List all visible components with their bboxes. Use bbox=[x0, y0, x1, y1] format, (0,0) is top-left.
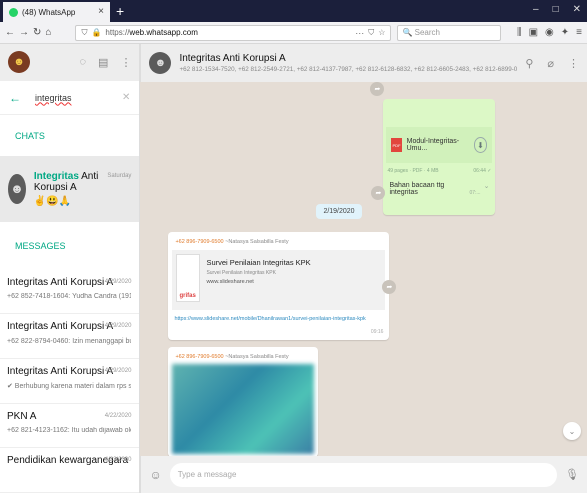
chat-title: Integritas Anti Korupsi A bbox=[179, 53, 286, 64]
preview-thumbnail: grifas bbox=[176, 254, 201, 302]
document-attachment[interactable]: PDF Modul-Integritas-Umu... ⬇ bbox=[386, 127, 493, 163]
sidebar-header: ☻ ◌ ▤ ⋮ bbox=[0, 44, 140, 81]
preview-title: Survei Penilaian Integritas KPK bbox=[206, 258, 311, 267]
maximize-button[interactable]: □ bbox=[553, 4, 559, 15]
scroll-down-button[interactable]: ⌄ bbox=[563, 422, 581, 440]
search-input[interactable]: integritas bbox=[35, 93, 72, 103]
lock-icon: 🔒 bbox=[91, 28, 102, 37]
preview-description: Survei Penilaian Integritas KPK bbox=[206, 270, 276, 276]
back-icon[interactable]: ← bbox=[5, 27, 15, 38]
forward-icon[interactable]: → bbox=[19, 27, 29, 38]
browser-search-input[interactable]: 🔍 Search bbox=[397, 24, 502, 41]
bookmark-star-icon[interactable]: ☆ bbox=[378, 28, 385, 37]
attach-icon[interactable]: ⌀ bbox=[547, 57, 554, 70]
download-icon[interactable]: ⬇ bbox=[473, 137, 488, 153]
message-input[interactable]: Type a message bbox=[169, 462, 558, 487]
new-tab-button[interactable]: + bbox=[116, 3, 124, 19]
blurred-image[interactable] bbox=[172, 364, 315, 454]
clear-search-icon[interactable]: ✕ bbox=[122, 92, 130, 103]
microphone-icon[interactable]: 🎙 bbox=[565, 468, 579, 481]
shield-icon: ⛉ bbox=[81, 27, 88, 37]
new-chat-icon[interactable]: ▤ bbox=[98, 56, 108, 69]
whatsapp-icon bbox=[9, 7, 18, 17]
group-avatar: ☻ bbox=[8, 173, 26, 204]
search-icon[interactable]: ⚲ bbox=[525, 57, 533, 70]
chat-header[interactable]: ☻ Integritas Anti Korupsi A +62 812-1534… bbox=[140, 44, 587, 82]
document-name: Modul-Integritas-Umu... bbox=[406, 138, 460, 152]
chat-sidebar: ☻ ◌ ▤ ⋮ ← integritas ✕ CHATS ☻ Integrita… bbox=[0, 44, 141, 493]
sidebar-toggle-icon[interactable]: ▣ bbox=[529, 27, 538, 38]
list-item[interactable]: Integritas Anti Korupsi A 4/29/2020 +62 … bbox=[0, 314, 140, 360]
chat-list-item[interactable]: ☻ Integritas Anti Korupsi A ✌😃🙏 Saturday bbox=[0, 155, 140, 222]
messages-section-label: MESSAGES bbox=[15, 240, 66, 251]
compose-bar: ☺ Type a message 🎙 bbox=[140, 456, 587, 493]
list-item[interactable]: Integritas Anti Korupsi A 4/29/2020 +62 … bbox=[0, 270, 140, 315]
list-item[interactable]: PKN A 4/22/2020 +62 821-4123-1162: Itu u… bbox=[0, 404, 140, 449]
extension-icon[interactable]: ◉ bbox=[545, 27, 554, 38]
chat-search[interactable]: ← integritas ✕ bbox=[0, 80, 140, 116]
more-menu-icon[interactable]: ⋮ bbox=[568, 57, 579, 70]
document-message: PDF Modul-Integritas-Umu... ⬇ 49 pages ·… bbox=[383, 99, 496, 215]
message-area: ➦ PDF Modul-Integritas-Umu... ⬇ 49 pages… bbox=[140, 82, 587, 456]
conversation-pane: ☻ Integritas Anti Korupsi A +62 812-1534… bbox=[140, 44, 587, 493]
list-item[interactable]: Pendidikan kewarganegara 4/22/2020 bbox=[0, 448, 140, 493]
search-icon: 🔍 bbox=[402, 28, 413, 37]
sender-name: ~Natasya Salsabilla Festy bbox=[225, 354, 289, 360]
document-meta: 49 pages · PDF · 4 MB bbox=[387, 168, 439, 174]
message-link[interactable]: https://www.slideshare.net/mobile/Dhanil… bbox=[168, 313, 389, 326]
browser-nav-bar: ← → ↻ ⌂ ⛉ 🔒 https://web.whatsapp.com ···… bbox=[0, 22, 587, 44]
sender-name: ~Natasya Salsabilla Festy bbox=[225, 239, 289, 245]
minimize-button[interactable]: – bbox=[533, 4, 539, 15]
back-arrow-icon[interactable]: ← bbox=[9, 91, 21, 105]
message-time: 06:44 ✓ bbox=[473, 168, 492, 174]
avatar[interactable]: ☻ bbox=[8, 51, 30, 74]
pdf-icon: PDF bbox=[391, 138, 402, 152]
menu-icon[interactable]: ≡ bbox=[576, 27, 582, 38]
chat-name: Integritas Anti Korupsi A bbox=[33, 170, 99, 193]
library-icon[interactable]: ⫼ bbox=[517, 27, 522, 38]
image-message: +62 896-7909-6500 ~Natasya Salsabilla Fe… bbox=[168, 347, 319, 456]
forward-icon[interactable]: ➦ bbox=[382, 280, 397, 294]
chat-time: Saturday bbox=[107, 172, 132, 179]
message-caption: Bahan bacaan ttg integritas bbox=[389, 182, 445, 196]
page-actions-icon[interactable]: ··· bbox=[355, 28, 364, 38]
forward-icon[interactable]: ➦ bbox=[370, 82, 385, 96]
browser-toolbar-icons: ⫼ ▣ ◉ ✦ ≡ bbox=[517, 27, 582, 38]
date-chip: 2/19/2020 bbox=[316, 204, 362, 219]
more-menu-icon[interactable]: ⋮ bbox=[120, 56, 131, 69]
chevron-down-icon[interactable]: ⌄ bbox=[484, 182, 490, 196]
url-domain: web.whatsapp.com bbox=[129, 28, 198, 37]
pocket-icon[interactable]: ⛉ bbox=[368, 28, 374, 38]
url-prefix: https:// bbox=[105, 28, 130, 37]
link-message: +62 896-7909-6500 ~Natasya Salsabilla Fe… bbox=[168, 232, 390, 340]
status-icon[interactable]: ◌ bbox=[79, 56, 86, 69]
chat-members: +62 812-1534-7520, +62 812-2549-2721, +6… bbox=[179, 66, 518, 73]
sender-phone[interactable]: +62 896-7909-6500 bbox=[175, 239, 223, 245]
preview-url: www.slideshare.net bbox=[206, 279, 254, 285]
message-time: 09:16 bbox=[370, 329, 384, 335]
window-controls: – □ ✕ bbox=[533, 4, 581, 15]
home-icon[interactable]: ⌂ bbox=[45, 27, 51, 38]
list-item[interactable]: Integritas Anti Korupsi A 4/29/2020 ✔ Be… bbox=[0, 359, 140, 404]
chats-section-label: CHATS bbox=[0, 115, 140, 156]
group-avatar[interactable]: ☻ bbox=[149, 52, 172, 74]
url-bar[interactable]: ⛉ 🔒 https://web.whatsapp.com ··· ⛉ ☆ bbox=[75, 24, 392, 41]
tab-title: (48) WhatsApp bbox=[22, 7, 76, 17]
addon-icon[interactable]: ✦ bbox=[561, 27, 569, 38]
chat-last-message: ✌😃🙏 bbox=[33, 195, 72, 207]
emoji-icon[interactable]: ☺ bbox=[149, 468, 161, 482]
browser-tab[interactable]: (48) WhatsApp × bbox=[3, 2, 110, 22]
close-window-button[interactable]: ✕ bbox=[573, 4, 581, 15]
browser-tab-bar: (48) WhatsApp × + – □ ✕ bbox=[0, 0, 587, 22]
close-tab-icon[interactable]: × bbox=[98, 6, 104, 17]
message-time: 07:... bbox=[469, 190, 481, 196]
link-preview[interactable]: grifas Survei Penilaian Integritas KPK S… bbox=[172, 250, 386, 310]
reload-icon[interactable]: ↻ bbox=[33, 27, 41, 38]
sender-phone[interactable]: +62 896-7909-6500 bbox=[175, 354, 223, 360]
